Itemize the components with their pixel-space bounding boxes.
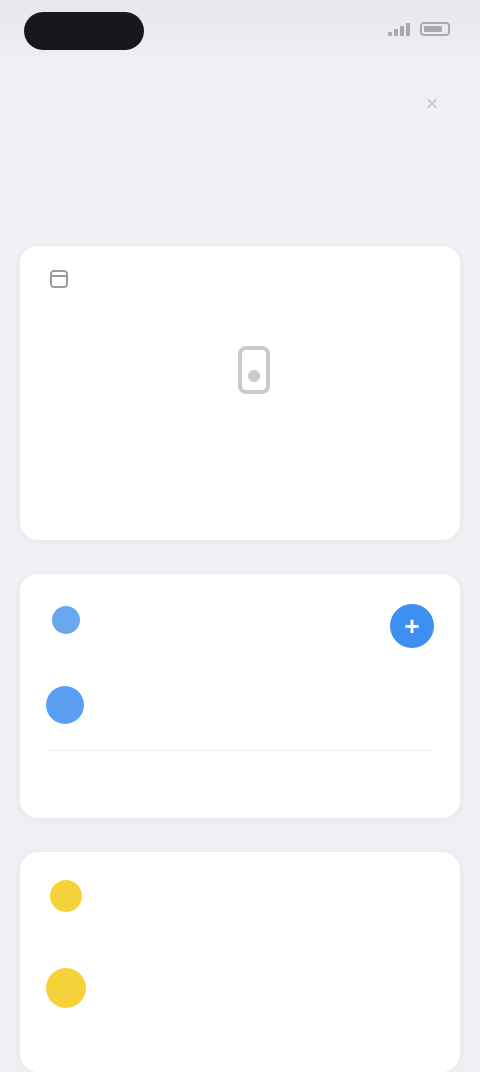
- yellow-card[interactable]: [20, 852, 460, 1072]
- status-bar: [0, 0, 480, 64]
- yellow-header-icon: [50, 880, 82, 912]
- calendar-icon: [50, 270, 68, 288]
- empty-state-card: [20, 246, 460, 540]
- empty-state-icon: [238, 346, 270, 394]
- signal-icon: [388, 22, 410, 36]
- status-icons: [388, 22, 450, 36]
- divider: [46, 750, 434, 751]
- close-icon[interactable]: ×: [418, 90, 446, 118]
- status-time: [24, 12, 144, 50]
- blue-row-icon: [46, 686, 84, 724]
- blue-header-icon: [52, 606, 80, 634]
- blue-card[interactable]: +: [20, 574, 460, 818]
- yellow-row-icon: [46, 968, 86, 1008]
- battery-icon: [420, 22, 450, 36]
- add-button[interactable]: +: [390, 604, 434, 648]
- empty-card-header: [50, 270, 78, 288]
